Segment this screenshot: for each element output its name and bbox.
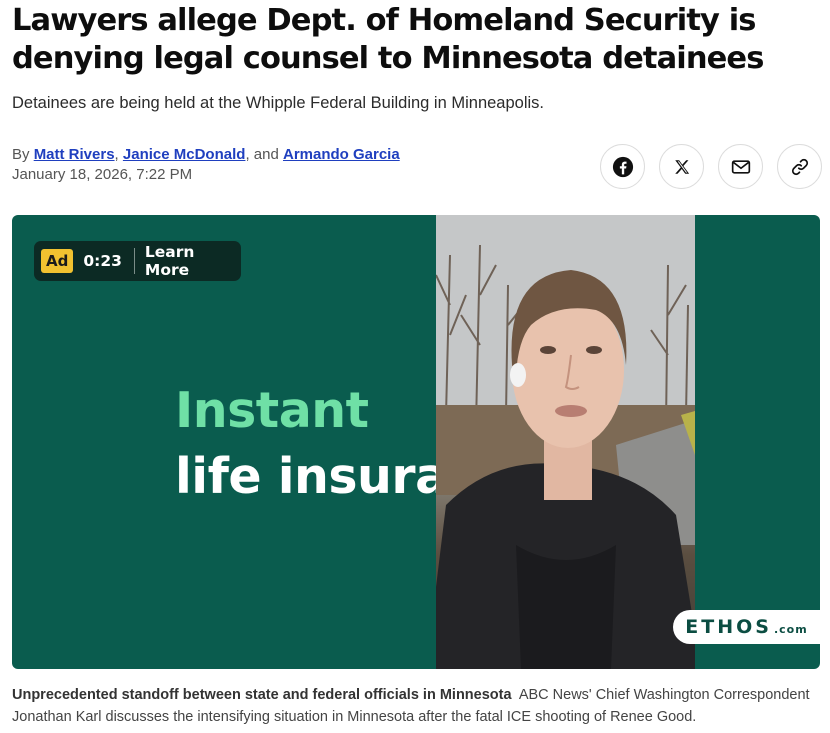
author-link-1[interactable]: Matt Rivers: [34, 146, 115, 163]
email-icon: [731, 159, 750, 174]
author-link-3[interactable]: Armando Garcia: [283, 146, 400, 163]
ad-countdown: 0:23: [83, 252, 122, 270]
copy-link-button[interactable]: [777, 144, 822, 189]
ad-footage-illustration: [436, 215, 695, 669]
ad-badge: Ad: [41, 249, 74, 273]
facebook-icon: [612, 156, 633, 177]
learn-more-button[interactable]: Learn More: [145, 243, 241, 279]
brand-name: ETHOS: [685, 616, 772, 638]
promo-subheadline: life insura: [175, 448, 448, 505]
share-x-button[interactable]: [659, 144, 704, 189]
brand-logo[interactable]: ETHOS .com: [673, 610, 820, 644]
share-facebook-button[interactable]: [600, 144, 645, 189]
ad-controls: Ad 0:23 Learn More: [34, 241, 241, 281]
publish-date: January 18, 2026, 7:22 PM: [12, 166, 193, 183]
byline: By Matt Rivers, Janice McDonald, and Arm…: [12, 145, 400, 165]
video-player[interactable]: Ad 0:23 Learn More Instant life insura E…: [12, 215, 820, 669]
link-icon: [791, 158, 808, 175]
promo-headline: Instant: [175, 382, 369, 439]
article-dek: Detainees are being held at the Whipple …: [12, 94, 544, 112]
byline-separator: ,: [114, 146, 119, 163]
video-caption: Unprecedented standoff between state and…: [12, 684, 820, 728]
author-link-2[interactable]: Janice McDonald: [123, 146, 246, 163]
article-headline: Lawyers allege Dept. of Homeland Securit…: [12, 3, 764, 76]
share-bar: [600, 144, 822, 189]
share-email-button[interactable]: [718, 144, 763, 189]
brand-suffix: .com: [773, 622, 808, 636]
caption-title: Unprecedented standoff between state and…: [12, 687, 512, 703]
byline-prefix: By: [12, 146, 30, 163]
ad-video-frame: [436, 215, 695, 669]
x-icon: [674, 159, 689, 174]
divider: [133, 248, 135, 274]
byline-separator: , and: [245, 146, 279, 163]
